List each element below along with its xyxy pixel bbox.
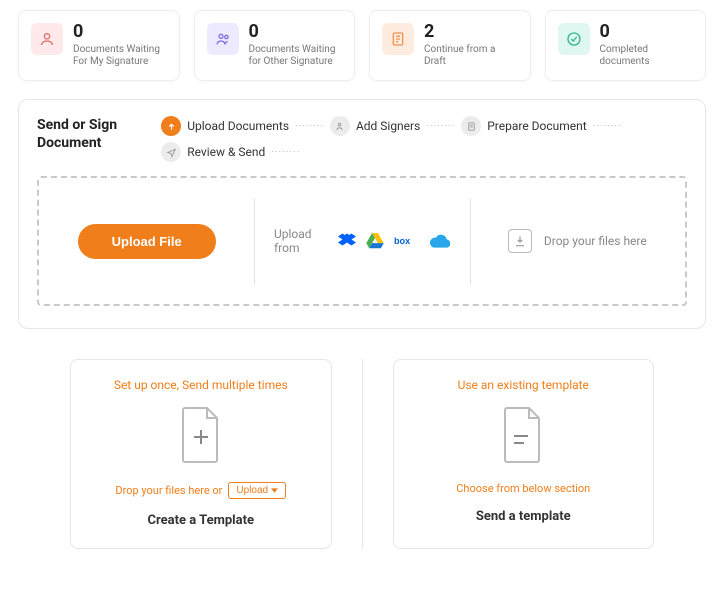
stat-count: 0 <box>73 23 167 41</box>
google-drive-icon[interactable] <box>366 233 384 249</box>
create-drop-text: Drop your files here or <box>115 484 222 497</box>
dropbox-icon[interactable] <box>338 233 356 249</box>
stat-card-2[interactable]: 2 Continue from a Draft <box>369 10 531 81</box>
upload-file-button[interactable]: Upload File <box>78 224 216 259</box>
send-template-title: Send a template <box>412 509 636 524</box>
create-template-title: Create a Template <box>89 513 313 528</box>
step-separator: ········ <box>295 121 324 132</box>
step-1[interactable]: Add Signers <box>330 116 420 136</box>
divider <box>362 359 363 549</box>
stat-label: Documents Waiting for Other Signature <box>249 44 343 68</box>
stat-count: 0 <box>249 23 343 41</box>
step-separator: ········ <box>426 121 455 132</box>
stat-label: Documents Waiting For My Signature <box>73 44 167 68</box>
step-2[interactable]: Prepare Document <box>461 116 587 136</box>
upload-file-column: Upload File <box>39 178 254 304</box>
send-drop-text: Choose from below section <box>412 482 636 495</box>
stat-card-0[interactable]: 0 Documents Waiting For My Signature <box>18 10 180 81</box>
upload-from-column: Upload from box <box>254 178 469 304</box>
step-3[interactable]: Review & Send <box>161 142 265 162</box>
steps-row: Upload Documents ········ Add Signers ·····… <box>161 116 687 162</box>
upload-from-label: Upload from <box>274 227 322 256</box>
step-label: Prepare Document <box>487 119 587 133</box>
drop-here-column: Drop your files here <box>470 178 685 304</box>
box-icon[interactable]: box <box>394 234 420 248</box>
panel-title: Send or Sign Document <box>37 116 141 152</box>
draft-icon <box>382 23 414 55</box>
step-0[interactable]: Upload Documents <box>161 116 289 136</box>
svg-text:box: box <box>394 236 410 246</box>
upload-panel: Send or Sign Document Upload Documents ··… <box>18 99 706 329</box>
stat-label: Continue from a Draft <box>424 44 518 68</box>
step-separator: ········ <box>271 147 300 158</box>
cloud-icons: box <box>338 233 450 249</box>
stat-card-1[interactable]: 0 Documents Waiting for Other Signature <box>194 10 356 81</box>
step-label: Review & Send <box>187 145 265 159</box>
send-headline: Use an existing template <box>412 378 636 392</box>
upload-step-icon <box>161 116 181 136</box>
step-separator: ········ <box>593 121 622 132</box>
check-icon <box>558 23 590 55</box>
stat-card-3[interactable]: 0 Completed documents <box>545 10 707 81</box>
stat-label: Completed documents <box>600 44 694 68</box>
doc-lines-icon <box>412 406 636 468</box>
stat-count: 0 <box>600 23 694 41</box>
stat-count: 2 <box>424 23 518 41</box>
bottom-row: Set up once, Send multiple times Drop yo… <box>0 329 724 549</box>
user-icon <box>31 23 63 55</box>
step-label: Upload Documents <box>187 119 289 133</box>
create-headline: Set up once, Send multiple times <box>89 378 313 392</box>
prepare-step-icon <box>461 116 481 136</box>
users-icon <box>207 23 239 55</box>
doc-plus-icon <box>89 406 313 468</box>
send-step-icon <box>161 142 181 162</box>
drop-here-label: Drop your files here <box>544 234 647 248</box>
onedrive-icon[interactable] <box>430 234 450 248</box>
download-icon <box>508 229 532 253</box>
mini-upload-button[interactable]: Upload <box>228 482 286 499</box>
step-label: Add Signers <box>356 119 420 133</box>
create-template-card: Set up once, Send multiple times Drop yo… <box>70 359 332 549</box>
signer-step-icon <box>330 116 350 136</box>
send-template-card: Use an existing template Choose from bel… <box>393 359 655 549</box>
stats-row: 0 Documents Waiting For My Signature 0 Docu… <box>0 0 724 99</box>
dropzone[interactable]: Upload File Upload from box Drop your fi… <box>37 176 687 306</box>
